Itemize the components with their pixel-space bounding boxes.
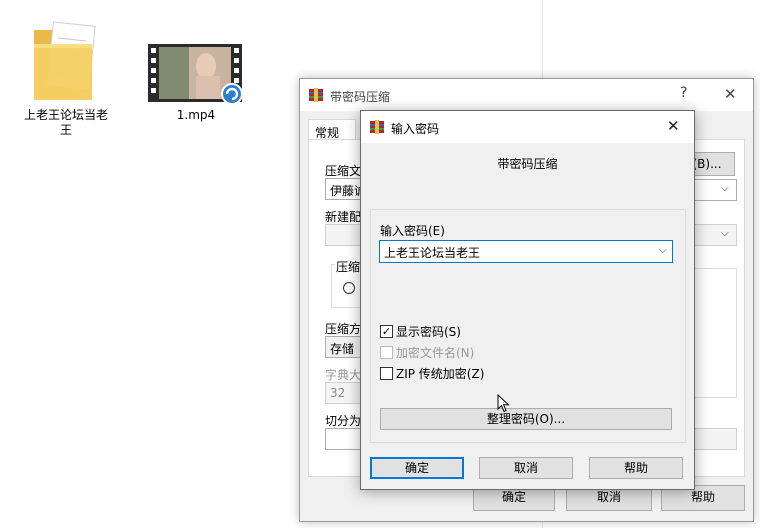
chevron-down-icon: ⌵ <box>721 228 729 239</box>
encrypt-filenames-checkbox[interactable]: 加密文件名(N) <box>380 344 474 360</box>
show-password-label: 显示密码(S) <box>396 324 461 339</box>
folder-label: 上老王论坛当老 王 <box>23 108 108 137</box>
video-thumbnail-icon <box>148 44 243 105</box>
dialog-title: 输入密码 <box>391 122 440 136</box>
winrar-icon <box>370 120 384 134</box>
desktop-folder[interactable]: 上老王论坛当老 王 <box>20 14 112 144</box>
compression-method-label: 压缩方 <box>325 322 362 336</box>
zip-legacy-label: ZIP 传统加密(Z) <box>396 366 485 381</box>
encrypt-filenames-label: 加密文件名(N) <box>396 345 475 360</box>
password-input[interactable]: 上老王论坛当老王 <box>379 240 673 263</box>
dictionary-size-label: 字典大 <box>325 368 362 382</box>
desktop-video-file[interactable]: 1.mp4 <box>148 42 248 122</box>
check-icon: ✓ <box>380 324 393 338</box>
dialog-ok-button[interactable]: 确定 <box>370 457 464 479</box>
zip-legacy-checkbox[interactable]: ZIP 传统加密(Z) <box>380 365 484 381</box>
enter-password-dialog: 输入密码 ✕ 带密码压缩 输入密码(E) 上老王论坛当老王 ⌵ ✓ 显示密码(S… <box>360 110 695 490</box>
chevron-down-icon[interactable]: ⌵ <box>659 245 667 256</box>
checkbox-box <box>380 366 393 380</box>
close-icon[interactable]: ✕ <box>724 85 737 103</box>
format-radio[interactable] <box>343 282 355 294</box>
archive-format-label: 压缩 <box>335 258 362 275</box>
password-label: 输入密码(E) <box>380 224 445 238</box>
update-mode-label: 新建配 <box>325 210 362 224</box>
winrar-icon <box>309 88 323 102</box>
dialog-help-button[interactable]: 帮助 <box>589 457 683 479</box>
organize-passwords-button[interactable]: 整理密码(O)... <box>380 408 672 430</box>
tab-general[interactable]: 常规 <box>308 119 356 141</box>
close-icon[interactable]: ✕ <box>667 117 680 135</box>
window-title: 带密码压缩 <box>330 90 391 104</box>
dialog-subtitle: 带密码压缩 <box>497 157 558 171</box>
dialog-cancel-button[interactable]: 取消 <box>479 457 573 479</box>
archive-name-label: 压缩文 <box>325 164 362 178</box>
split-volume-label: 切分为 <box>325 414 362 428</box>
chevron-down-icon: ⌵ <box>721 183 729 194</box>
folder-icon <box>34 21 96 100</box>
window-titlebar: 带密码压缩 ? ✕ <box>300 79 753 111</box>
checkbox-box <box>380 345 393 359</box>
show-password-checkbox[interactable]: ✓ 显示密码(S) <box>380 323 461 339</box>
dialog-titlebar: 输入密码 ✕ <box>361 111 694 143</box>
help-title-button[interactable]: ? <box>680 85 687 101</box>
video-label: 1.mp4 <box>176 108 216 122</box>
mouse-cursor-icon <box>497 394 510 413</box>
